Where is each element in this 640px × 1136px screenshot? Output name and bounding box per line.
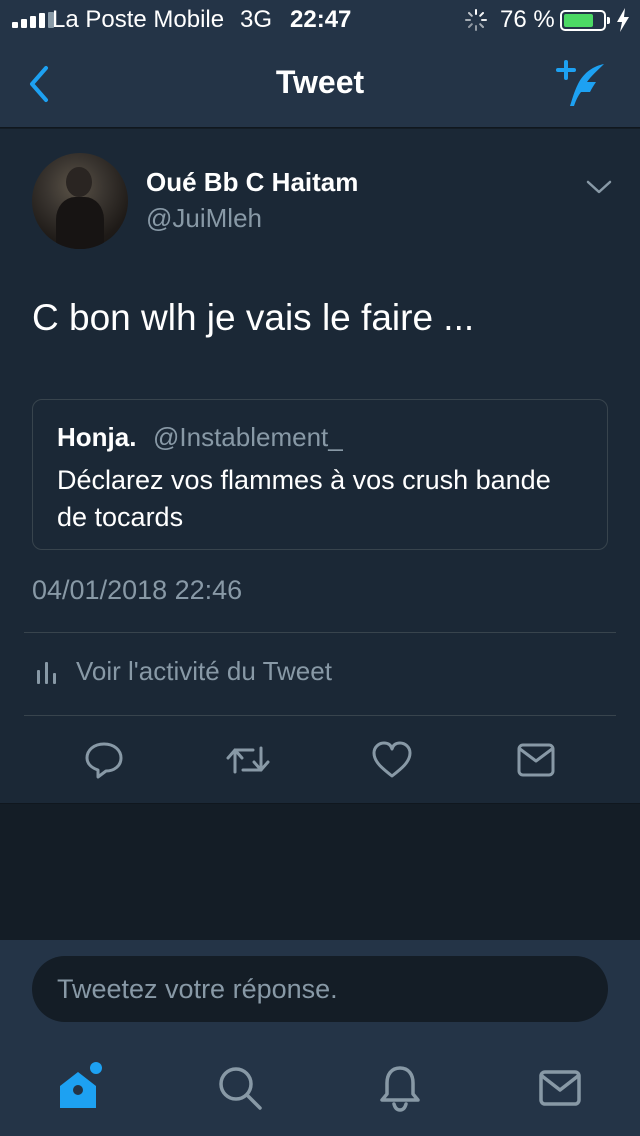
- reply-input[interactable]: [32, 956, 608, 1022]
- tweet-timestamp: 04/01/2018 22:46: [32, 575, 243, 605]
- tab-search[interactable]: [212, 1060, 268, 1116]
- tweet-activity-link[interactable]: Voir l'activité du Tweet: [36, 656, 332, 687]
- carrier-name: La Poste Mobile: [52, 6, 225, 33]
- reply-bar: [0, 940, 640, 1036]
- tweet-detail: Oué Bb C Haitam @JuiMleh C bon wlh je va…: [0, 129, 640, 804]
- activity-spinner-icon: [465, 9, 487, 31]
- reply-icon: [85, 742, 123, 779]
- tweet-text: C bon wlh je vais le faire ...: [32, 297, 475, 338]
- network-type: 3G: [240, 6, 273, 33]
- battery-percent: 76 %: [500, 6, 555, 33]
- author-name[interactable]: Oué Bb C Haitam: [146, 167, 358, 198]
- battery-icon: [560, 10, 610, 31]
- quoted-author-name: Honja.: [57, 422, 137, 452]
- like-button[interactable]: [367, 735, 417, 785]
- divider: [24, 632, 616, 633]
- quoted-tweet[interactable]: Honja. @Instablement_ Déclarez vos flamm…: [32, 399, 608, 550]
- tab-bar: [0, 1036, 640, 1136]
- retweet-button[interactable]: [223, 735, 273, 785]
- tweet-actions: [0, 735, 640, 785]
- avatar[interactable]: [32, 153, 128, 249]
- message-button[interactable]: [511, 735, 561, 785]
- reply-button[interactable]: [79, 735, 129, 785]
- nav-bar: Tweet: [0, 40, 640, 128]
- page-title: Tweet: [275, 64, 365, 100]
- search-icon: [219, 1067, 262, 1110]
- quoted-author-handle: @Instablement_: [153, 422, 343, 452]
- activity-label: Voir l'activité du Tweet: [76, 656, 332, 686]
- tab-messages[interactable]: [532, 1060, 588, 1116]
- compose-tweet-icon[interactable]: [554, 58, 614, 110]
- charging-bolt-icon: [617, 8, 629, 32]
- message-icon: [517, 743, 555, 777]
- like-icon: [372, 741, 412, 778]
- retweet-icon: [226, 746, 270, 774]
- author-handle[interactable]: @JuiMleh: [146, 203, 262, 234]
- status-bar: La Poste Mobile 3G 22:47 76 %: [0, 0, 640, 40]
- home-icon: [60, 1062, 102, 1108]
- bar-chart-icon: [37, 661, 56, 684]
- chevron-down-icon[interactable]: [586, 179, 612, 195]
- quoted-tweet-text: Déclarez vos flammes à vos crush bande d…: [57, 465, 551, 532]
- status-time: 22:47: [290, 6, 352, 33]
- signal-icon: [12, 12, 54, 28]
- divider: [24, 715, 616, 716]
- messages-icon: [539, 1070, 581, 1106]
- notifications-icon: [380, 1066, 420, 1112]
- tab-home[interactable]: [52, 1060, 108, 1116]
- tab-notifications[interactable]: [372, 1060, 428, 1116]
